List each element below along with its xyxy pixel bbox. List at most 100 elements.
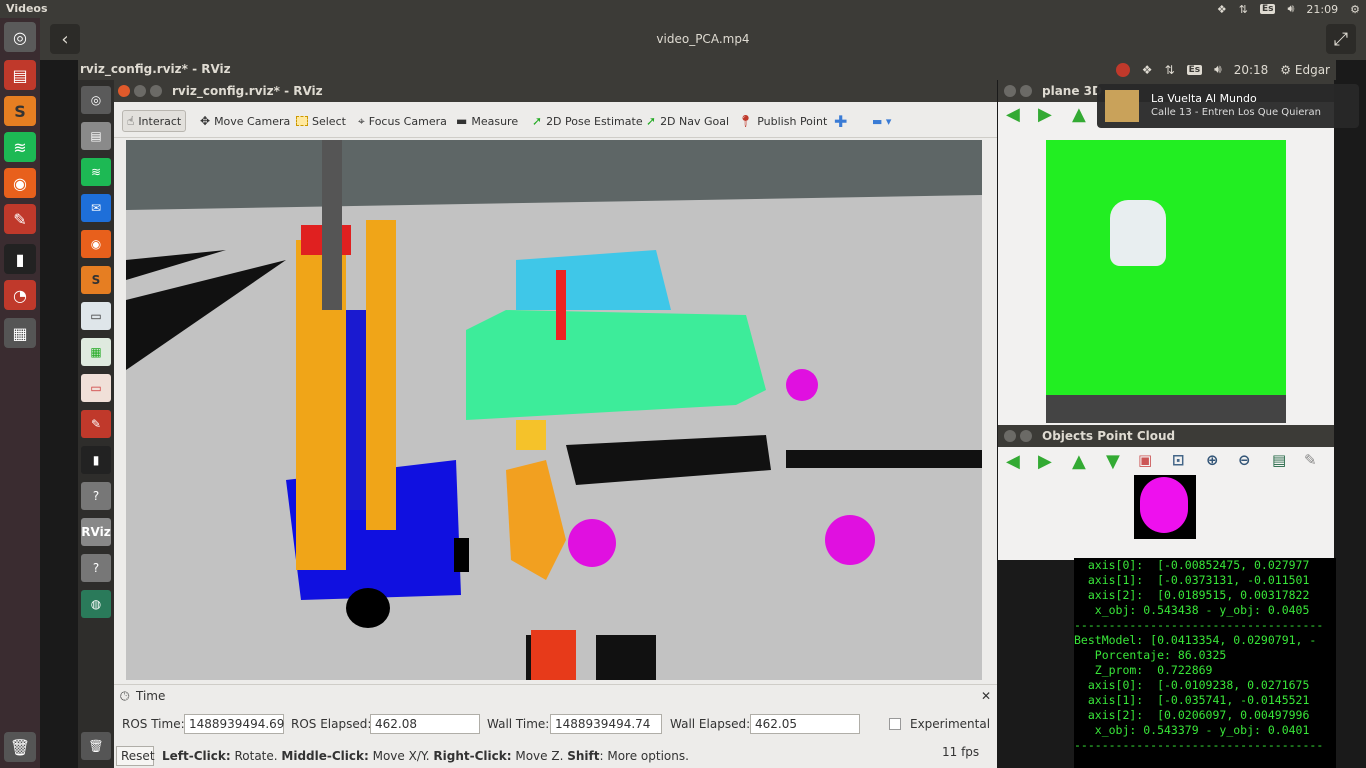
minimize-icon[interactable]: [1020, 85, 1032, 97]
plane3d-title: plane 3D: [1042, 84, 1102, 98]
tool-measure[interactable]: ▬ Measure: [452, 110, 522, 132]
terminal-icon[interactable]: ▮: [81, 446, 111, 474]
trash-icon[interactable]: 🗑︎: [81, 732, 111, 760]
add-tool-button[interactable]: ✚: [830, 110, 851, 132]
ros-elapsed-field[interactable]: 462.08: [370, 714, 480, 734]
tool-interact[interactable]: ☝ Interact: [122, 110, 187, 132]
dropbox-icon[interactable]: ❖: [1217, 3, 1227, 16]
arrow-up-icon[interactable]: ▲: [1072, 451, 1086, 472]
zoom-out-icon[interactable]: ⊖: [1238, 451, 1251, 469]
map-obstacle: [786, 450, 982, 468]
tool-focus-camera[interactable]: ⌖ Focus Camera: [354, 110, 451, 132]
zoom-fit-icon[interactable]: ⊡: [1172, 451, 1185, 469]
messenger-icon[interactable]: ✉: [81, 194, 111, 222]
close-icon[interactable]: [1004, 430, 1016, 442]
wall-elapsed-field[interactable]: 462.05: [750, 714, 860, 734]
rviz-icon[interactable]: RViz: [81, 518, 111, 546]
maximize-icon[interactable]: [150, 85, 162, 97]
dash-icon[interactable]: ◎: [4, 22, 36, 52]
arrow-right-icon[interactable]: ▶: [1038, 104, 1052, 125]
system-top-bar: Videos ❖ ⇅ Es 🔊︎ 21:09 ⚙: [0, 0, 1366, 18]
gear-icon[interactable]: ⚙: [1350, 3, 1360, 16]
trash-icon[interactable]: 🗑︎: [4, 732, 36, 762]
reader-icon[interactable]: ◔: [4, 280, 36, 310]
terminal-line: axis[2]: [0.0189515, 0.00317822: [1074, 588, 1310, 602]
arrow-left-icon[interactable]: ◀: [1006, 104, 1020, 125]
tool-select[interactable]: Select: [292, 110, 350, 132]
volume-icon[interactable]: 🔊︎: [1287, 2, 1294, 16]
tool-label: Select: [312, 114, 346, 128]
video-player-icon[interactable]: ▦: [4, 318, 36, 348]
tool-2d-nav-goal[interactable]: ➚ 2D Nav Goal: [642, 110, 733, 132]
keyboard-layout[interactable]: Es: [1259, 4, 1276, 14]
reset-button[interactable]: Reset: [116, 746, 155, 766]
close-icon[interactable]: [118, 85, 130, 97]
unknown-app-icon[interactable]: ?: [81, 482, 111, 510]
terminal-line: ------------------------------------: [1074, 738, 1324, 752]
clock[interactable]: 21:09: [1306, 3, 1338, 16]
writer-icon[interactable]: ▭: [81, 302, 111, 330]
minimize-icon[interactable]: [1020, 430, 1032, 442]
fullscreen-button[interactable]: ⤢: [1326, 24, 1356, 54]
files-icon[interactable]: ▤: [4, 60, 36, 90]
close-icon[interactable]: [1004, 85, 1016, 97]
sublime-icon[interactable]: S: [81, 266, 111, 294]
dash-icon[interactable]: ◎: [81, 86, 111, 114]
map-pin-icon: 📍︎: [738, 114, 754, 128]
objcloud-window: ◀ ▶ ▲ ▼ ▣ ⊡ ⊕ ⊖ ▤ ✎: [998, 447, 1334, 560]
tool-2d-pose-estimate[interactable]: ➚ 2D Pose Estimate: [528, 110, 647, 132]
settings-tool-icon[interactable]: ✎: [81, 410, 111, 438]
time-panel: 🕒︎ Time ✕ ROS Time: 1488939494.69 ROS El…: [114, 684, 997, 768]
terminal-line: axis[1]: [-0.035741, -0.0145521: [1074, 693, 1310, 707]
remove-tool-button[interactable]: ▬ ▾: [868, 110, 895, 132]
minus-icon: ▬ ▾: [872, 114, 892, 128]
settings-tool-icon[interactable]: ✎: [4, 204, 36, 234]
firefox-icon[interactable]: ◉: [81, 230, 111, 258]
network-icon[interactable]: ⇅: [1239, 3, 1248, 16]
impress-icon[interactable]: ▭: [81, 374, 111, 402]
map-obstacle: [596, 635, 656, 680]
close-icon[interactable]: ✕: [981, 689, 991, 703]
arrow-green-icon: ➚: [532, 114, 543, 128]
inner-clock[interactable]: 20:18: [1234, 63, 1269, 77]
sublime-icon[interactable]: S: [4, 96, 36, 126]
point-cloud-yellow: [516, 420, 546, 450]
globe-icon[interactable]: ◍: [81, 590, 111, 618]
experimental-checkbox[interactable]: [889, 718, 901, 730]
point-cloud-red: [531, 630, 576, 680]
arrow-left-icon[interactable]: ◀: [1006, 451, 1020, 472]
image-icon[interactable]: ▣: [1138, 451, 1152, 469]
3d-view[interactable]: [126, 140, 982, 680]
record-icon[interactable]: [1115, 62, 1130, 77]
point-cloud-red: [556, 270, 566, 340]
keyboard-layout[interactable]: Es: [1186, 64, 1203, 75]
tool-label: Measure: [471, 114, 519, 128]
save-icon[interactable]: ▤: [1272, 451, 1286, 469]
terminal-icon[interactable]: ▮: [4, 244, 36, 274]
user-menu[interactable]: ⚙ Edgar: [1280, 63, 1330, 77]
spotify-icon[interactable]: ≋: [4, 132, 36, 162]
files-icon[interactable]: ▤: [81, 122, 111, 150]
terminal-output[interactable]: axis[0]: [-0.00852475, 0.027977 axis[1]:…: [1074, 558, 1336, 768]
spotify-icon[interactable]: ≋: [81, 158, 111, 186]
arrow-down-icon[interactable]: ▼: [1106, 451, 1120, 472]
unknown-app-icon[interactable]: ?: [81, 554, 111, 582]
arrow-right-icon[interactable]: ▶: [1038, 451, 1052, 472]
brush-icon[interactable]: ✎: [1304, 451, 1317, 469]
tool-publish-point[interactable]: 📍︎ Publish Point: [734, 110, 831, 132]
zoom-in-icon[interactable]: ⊕: [1206, 451, 1219, 469]
ros-time-label: ROS Time:: [122, 717, 185, 731]
inner-tray: ❖ ⇅ Es 🔊︎ 20:18 ⚙ Edgar: [1115, 62, 1330, 77]
network-icon[interactable]: ⇅: [1165, 63, 1175, 77]
volume-icon[interactable]: 🔊︎: [1214, 62, 1222, 77]
ros-time-field[interactable]: 1488939494.69: [184, 714, 284, 734]
plus-icon: ✚: [834, 111, 848, 131]
calc-icon[interactable]: ▦: [81, 338, 111, 366]
tool-move-camera[interactable]: ✥ Move Camera: [196, 110, 294, 132]
robot-mast: [322, 140, 342, 310]
dropbox-icon[interactable]: ❖: [1142, 63, 1153, 77]
arrow-up-icon[interactable]: ▲: [1072, 104, 1086, 125]
firefox-icon[interactable]: ◉: [4, 168, 36, 198]
wall-time-field[interactable]: 1488939494.74: [550, 714, 662, 734]
minimize-icon[interactable]: [134, 85, 146, 97]
